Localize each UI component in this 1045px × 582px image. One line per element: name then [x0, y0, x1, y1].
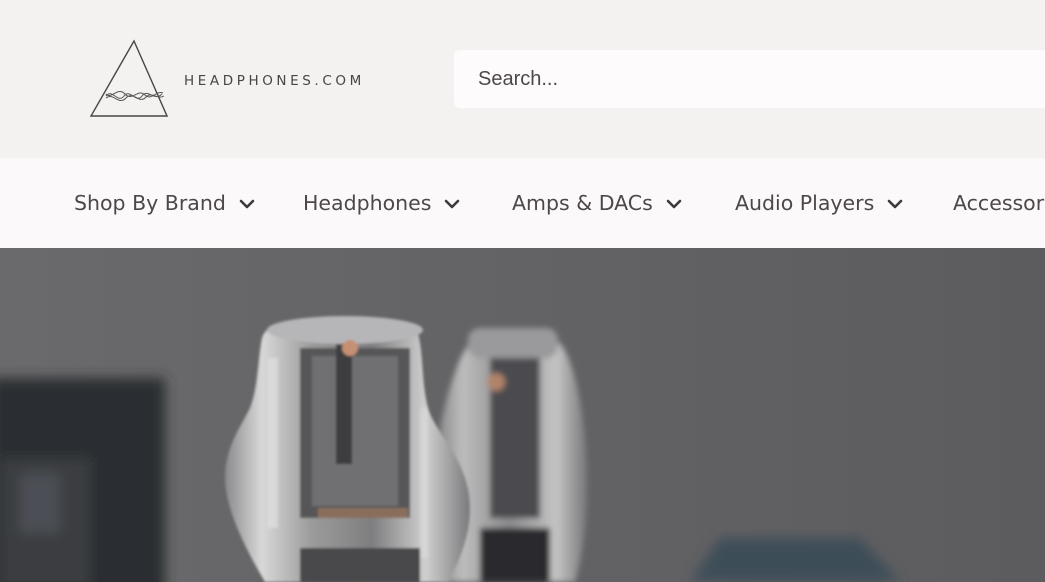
chevron-down-icon: [666, 199, 682, 209]
search-input[interactable]: [476, 66, 1045, 92]
nav-item-label: Accessor: [953, 191, 1045, 215]
chevron-down-icon: [239, 199, 255, 209]
brand-name: HEADPHONES.COM: [184, 73, 365, 89]
vacuum-tube-photo: [0, 248, 1045, 582]
site-header: HEADPHONES.COM: [0, 0, 1045, 158]
nav-item-label: Headphones: [303, 191, 432, 215]
search-box: [454, 50, 1045, 108]
nav-item-audio-players[interactable]: Audio Players: [735, 158, 903, 248]
hero-banner-image[interactable]: [0, 248, 1045, 582]
triangle-waveform-logo-icon: [89, 39, 168, 117]
main-nav: Shop By Brand Headphones Amps & DACs Aud…: [0, 158, 1045, 248]
page: HEADPHONES.COM Shop By Brand Headphones …: [0, 0, 1045, 582]
chevron-down-icon: [445, 199, 460, 209]
nav-item-accessories[interactable]: Accessor: [953, 158, 1044, 248]
nav-item-headphones[interactable]: Headphones: [303, 158, 460, 248]
nav-item-label: Audio Players: [735, 191, 875, 215]
nav-item-shop-by-brand[interactable]: Shop By Brand: [74, 158, 255, 248]
site-logo-link[interactable]: HEADPHONES.COM: [88, 38, 365, 120]
nav-item-amps-dacs[interactable]: Amps & DACs: [512, 158, 682, 248]
nav-item-label: Shop By Brand: [74, 191, 226, 215]
nav-item-label: Amps & DACs: [512, 191, 653, 215]
chevron-down-icon: [887, 199, 903, 209]
